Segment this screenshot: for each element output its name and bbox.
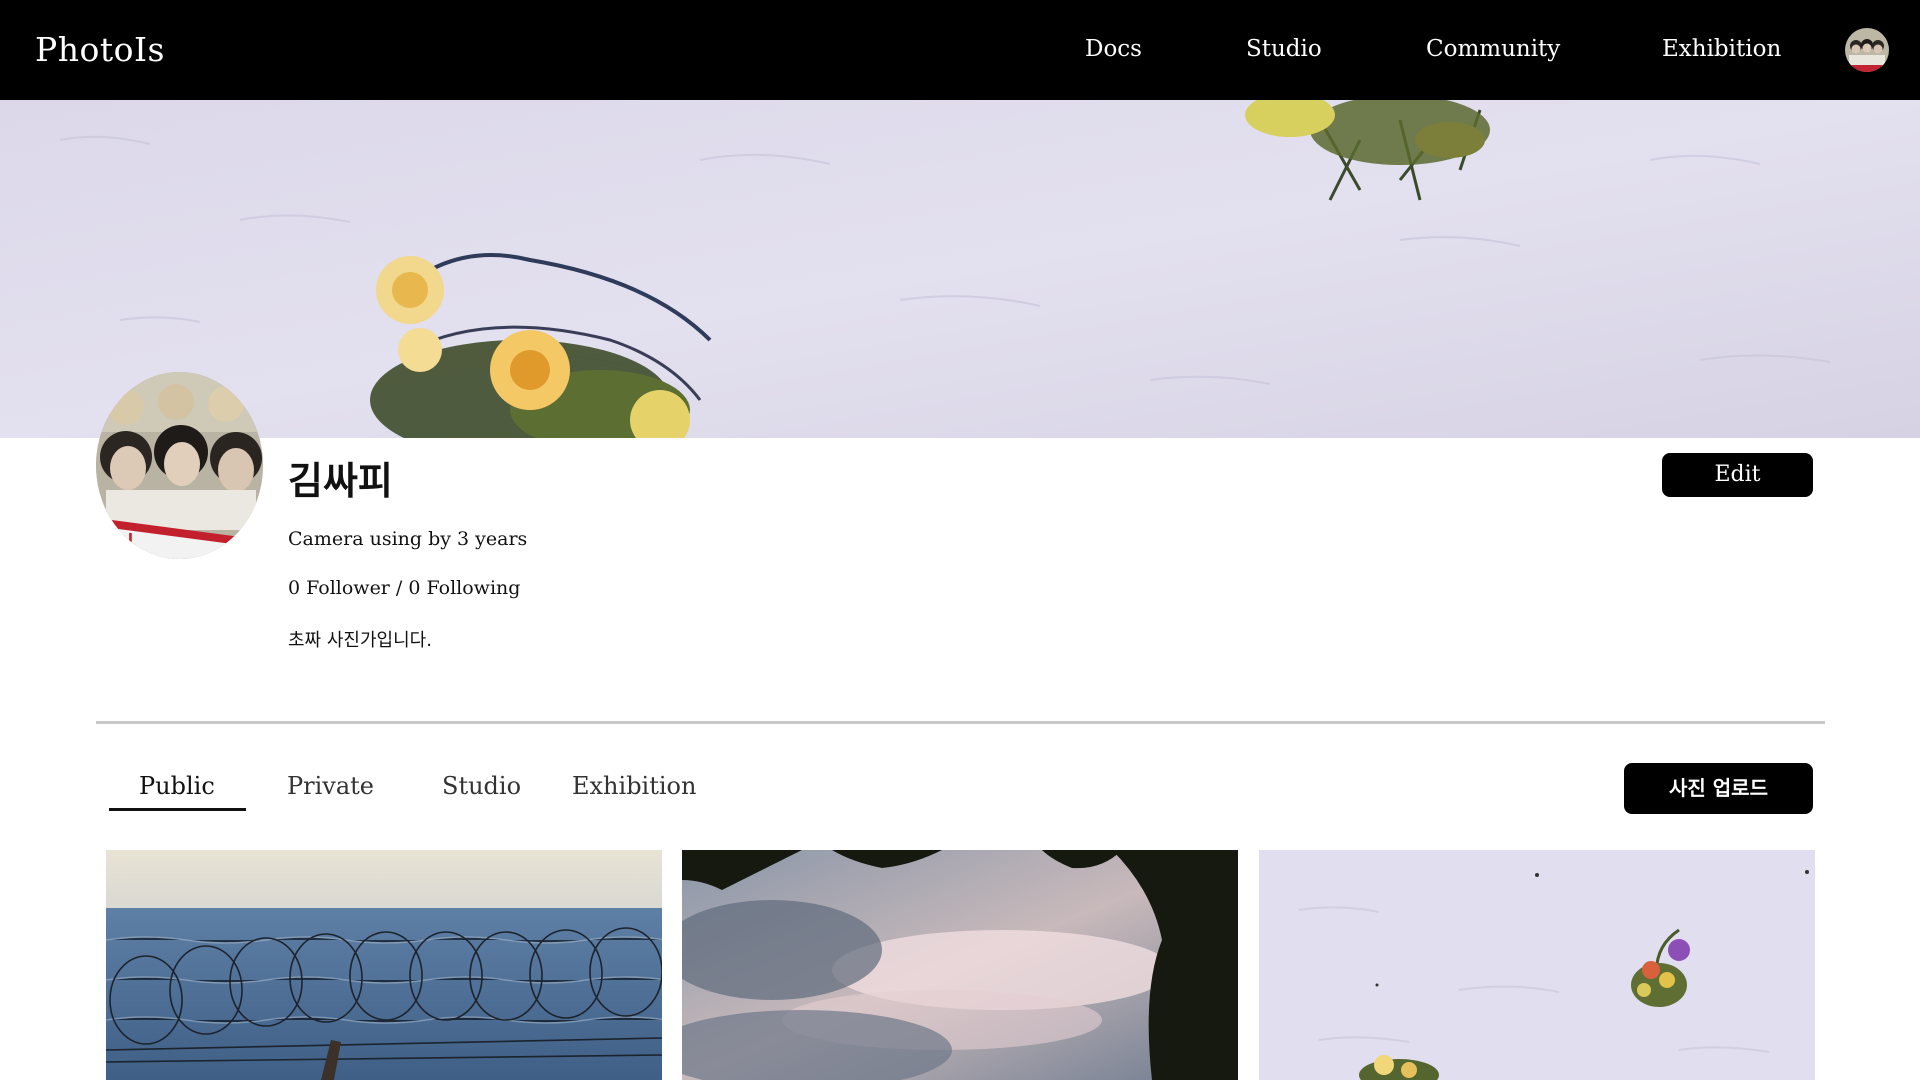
upload-photo-button[interactable]: 사진 업로드 [1624, 763, 1813, 814]
profile-name: 김싸피 [288, 459, 393, 503]
brand-logo[interactable]: PhotoIs [35, 30, 165, 69]
photo-thumbnail[interactable] [106, 850, 662, 1080]
section-divider [96, 721, 1825, 724]
profile-avatar: 이 [96, 372, 263, 559]
nav-link-docs[interactable]: Docs [1085, 36, 1142, 62]
nav-link-community[interactable]: Community [1426, 36, 1560, 62]
tab-exhibition[interactable]: Exhibition [572, 772, 696, 800]
svg-text:이: 이 [114, 533, 134, 558]
edit-profile-button[interactable]: Edit [1662, 453, 1813, 497]
nav-link-studio[interactable]: Studio [1246, 36, 1322, 62]
user-avatar-button[interactable] [1845, 28, 1889, 72]
user-avatar-image [1845, 28, 1889, 72]
profile-bio: Camera using by 3 years [288, 528, 528, 550]
nav-link-exhibition[interactable]: Exhibition [1662, 36, 1781, 62]
follower-following-count[interactable]: 0 Follower / 0 Following [288, 577, 520, 599]
photo-thumbnail[interactable] [682, 850, 1238, 1080]
tab-public[interactable]: Public [139, 772, 215, 800]
top-navigation-bar: PhotoIs Docs Studio Community Exhibition [0, 0, 1920, 100]
tab-studio[interactable]: Studio [442, 772, 521, 800]
profile-cover-image [0, 100, 1920, 438]
profile-introduction: 초짜 사진가입니다. [288, 630, 432, 651]
tab-private[interactable]: Private [287, 772, 374, 800]
active-tab-indicator [109, 808, 246, 811]
photo-thumbnail[interactable] [1259, 850, 1815, 1080]
